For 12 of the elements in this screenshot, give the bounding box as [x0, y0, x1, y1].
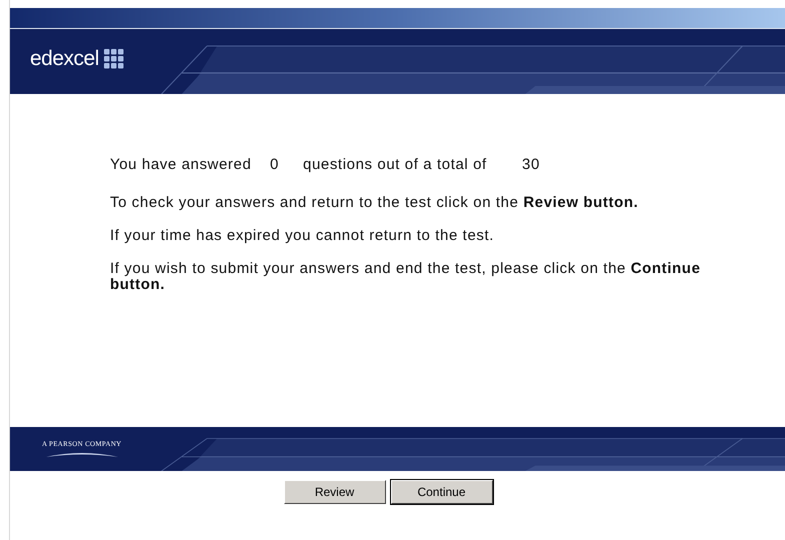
grid-logo-icon [104, 48, 124, 68]
instruction-text: If you wish to submit your answers and end the test, please click on the Continue button. [110, 261, 702, 293]
summary-text: questions out of a total of [303, 156, 488, 173]
instruction-text: If your time has expired you cannot return to the test. [110, 228, 496, 244]
instruction-text: To check your answers and return to the test click on the Review button. [110, 195, 640, 211]
swoosh-icon [44, 451, 119, 458]
answered-count: 0 [270, 156, 280, 173]
action-button[interactable]: Review [284, 480, 386, 504]
summary-text: You have answered [110, 156, 252, 173]
action-button[interactable]: Continue [390, 480, 492, 504]
total-count: 30 [522, 156, 541, 173]
logo-text: edexcel [30, 46, 99, 70]
